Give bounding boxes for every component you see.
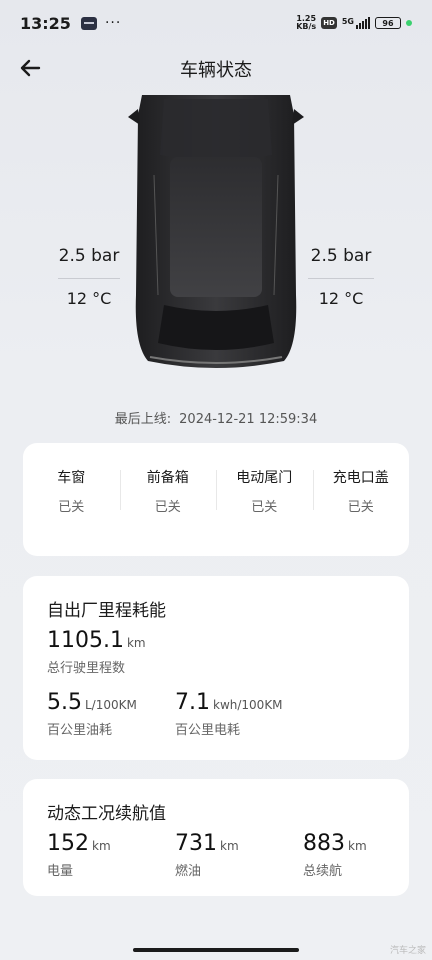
status-item-value: 已关 <box>347 500 374 515</box>
total-mileage-value: 1105.1 <box>47 628 124 653</box>
tire-left: 2.5 bar 12 °C <box>58 246 120 308</box>
watermark: 汽车之家 <box>389 946 426 956</box>
total-mileage: 1105.1 km 总行驶里程数 <box>47 628 146 676</box>
range-label: 总续航 <box>303 864 343 879</box>
status-item-label: 电动尾门 <box>236 470 293 486</box>
hd-icon: HD <box>321 17 337 29</box>
page-title: 车辆状态 <box>180 60 252 81</box>
range-label: 电量 <box>47 864 74 879</box>
network-speed: 1.25 KB/s <box>296 15 316 31</box>
status-item-value: 已关 <box>154 500 181 515</box>
app-notification-icon <box>80 16 97 30</box>
status-icons: 1.25 KB/s HD 5G 96 <box>296 15 412 31</box>
status-bar: 13:25 ··· 1.25 KB/s HD 5G 96 <box>0 0 432 46</box>
status-item-label: 车窗 <box>57 470 86 486</box>
total-mileage-unit: km <box>126 636 146 650</box>
status-item-value: 已关 <box>58 500 85 515</box>
status-time: 13:25 <box>20 13 71 33</box>
tire-right: 2.5 bar 12 °C <box>308 246 374 308</box>
last-online: 最后上线: 2024-12-21 12:59:34 <box>0 408 432 427</box>
fuel-consumption-unit: L/100KM <box>85 698 137 712</box>
status-item-window: 车窗 已关 <box>23 467 120 556</box>
fuel-consumption-label: 百公里油耗 <box>47 723 113 738</box>
mileage-card: 自出厂里程耗能 1105.1 km 总行驶里程数 5.5 L/100KM 百公里油耗… <box>23 576 409 760</box>
range-value: 731 <box>175 831 217 856</box>
more-notifications-icon: ··· <box>104 15 122 31</box>
status-item-frunk: 前备箱 已关 <box>119 467 217 556</box>
status-item-label: 前备箱 <box>146 470 189 486</box>
tire-right-temperature: 12 °C <box>318 289 364 308</box>
status-item-charge-port: 充电口盖 已关 <box>312 467 410 556</box>
range-title: 动态工况续航值 <box>47 804 166 824</box>
header: 车辆状态 <box>0 50 432 86</box>
electric-consumption-unit: kwh/100KM <box>213 698 283 712</box>
home-indicator[interactable] <box>133 948 299 952</box>
fuel-consumption-value: 5.5 <box>47 690 82 715</box>
battery-icon: 96 <box>375 17 401 29</box>
vehicle-status-card: 车窗 已关 前备箱 已关 电动尾门 已关 充电口盖 已关 <box>23 443 409 556</box>
signal-icon: 5G <box>342 17 370 29</box>
network-speed-unit: KB/s <box>296 22 317 31</box>
electric-consumption: 7.1 kwh/100KM 百公里电耗 <box>175 690 283 738</box>
car-top-view-image <box>124 95 308 370</box>
range-label: 燃油 <box>175 864 202 879</box>
status-item-tailgate: 电动尾门 已关 <box>216 467 313 556</box>
network-type: 5G <box>341 17 354 26</box>
total-mileage-label: 总行驶里程数 <box>47 661 126 676</box>
status-item-value: 已关 <box>251 500 278 515</box>
range-unit: km <box>348 839 367 853</box>
tire-right-pressure: 2.5 bar <box>310 246 372 266</box>
mileage-title: 自出厂里程耗能 <box>47 601 166 621</box>
tire-left-temperature: 12 °C <box>66 289 112 308</box>
range-electric: 152 km 电量 <box>47 831 111 879</box>
fuel-consumption: 5.5 L/100KM 百公里油耗 <box>47 690 137 738</box>
range-value: 883 <box>303 831 345 856</box>
electric-consumption-label: 百公里电耗 <box>175 723 241 738</box>
last-online-label: 最后上线: <box>114 412 172 427</box>
tire-left-pressure: 2.5 bar <box>58 246 120 266</box>
range-card: 动态工况续航值 152 km 电量 731 km 燃油 883 km 总续航 <box>23 779 409 896</box>
electric-consumption-value: 7.1 <box>175 690 210 715</box>
battery-level: 96 <box>382 18 394 28</box>
status-item-label: 充电口盖 <box>332 470 389 486</box>
divider <box>58 278 120 279</box>
range-fuel: 731 km 燃油 <box>175 831 239 879</box>
privacy-indicator-icon <box>406 20 412 26</box>
divider <box>308 278 374 279</box>
range-value: 152 <box>47 831 89 856</box>
range-unit: km <box>220 839 239 853</box>
range-total: 883 km 总续航 <box>303 831 367 879</box>
last-online-value: 2024-12-21 12:59:34 <box>179 412 318 427</box>
range-unit: km <box>92 839 111 853</box>
